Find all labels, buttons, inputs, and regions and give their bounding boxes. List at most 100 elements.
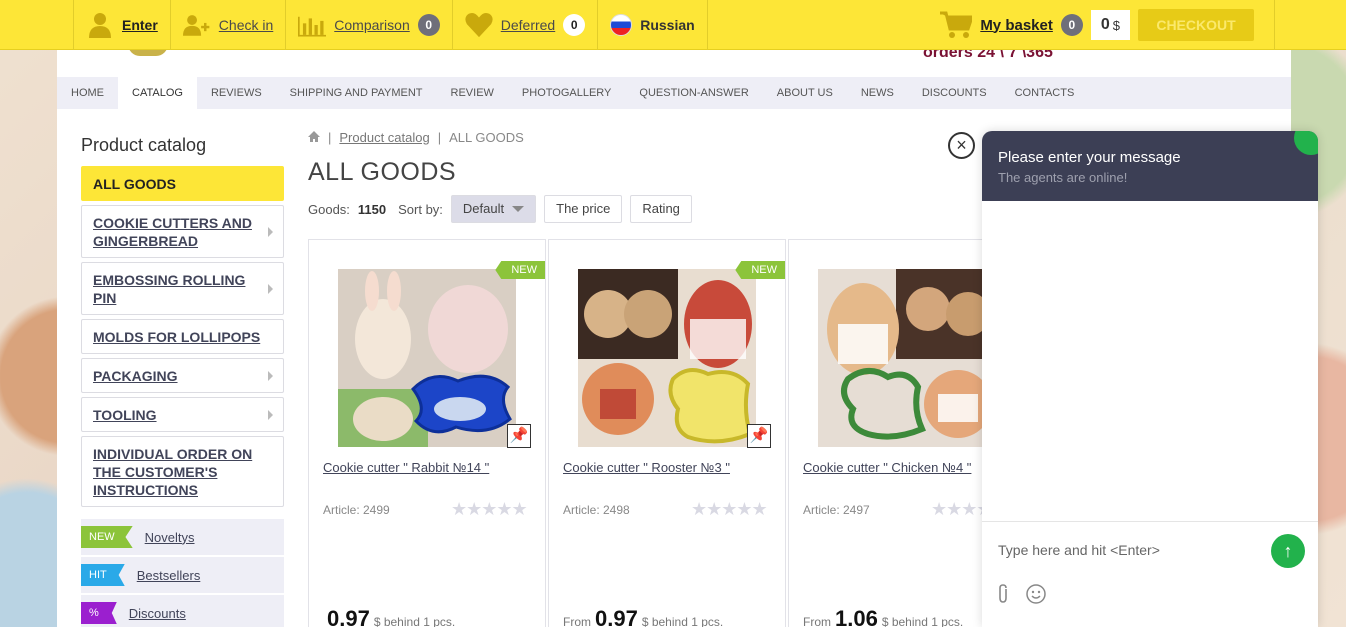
product-name[interactable]: Cookie cutter " Rooster №3 " xyxy=(563,460,730,475)
heart-icon xyxy=(465,11,493,39)
price-prefix: From xyxy=(803,615,831,627)
product-price: From 0.97 $ behind 1 pcs. xyxy=(563,606,723,627)
new-badge: NEW xyxy=(735,261,785,279)
close-icon: × xyxy=(956,135,967,155)
noveltys-link[interactable]: Noveltys xyxy=(145,530,195,545)
sort-default-button[interactable]: Default xyxy=(450,195,537,223)
category-packaging[interactable]: PACKAGING xyxy=(81,358,284,393)
main-nav: HOME CATALOG REVIEWS SHIPPING AND PAYMEN… xyxy=(57,77,1291,109)
chat-header: Please enter your message The agents are… xyxy=(982,131,1318,201)
breadcrumb-current: ALL GOODS xyxy=(449,130,524,145)
breadcrumb-separator: | xyxy=(437,130,442,145)
sort-bar: Goods: 1150 Sort by: Default The price R… xyxy=(308,195,692,223)
sort-rating-button[interactable]: Rating xyxy=(630,195,692,223)
chat-subtitle: The agents are online! xyxy=(998,170,1128,185)
nav-contacts[interactable]: CONTACTS xyxy=(1001,77,1089,109)
product-card[interactable]: NEW 📌 Cookie cutter " Rabbit №14 " Artic… xyxy=(308,239,546,627)
category-label: INDIVIDUAL ORDER ON THE CUSTOMER'S INSTR… xyxy=(93,446,253,498)
cart-icon[interactable] xyxy=(940,11,975,39)
catalog-sidebar: Product catalog ALL GOODS COOKIE CUTTERS… xyxy=(81,135,284,627)
new-badge: NEW xyxy=(495,261,545,279)
deferred-label[interactable]: Deferred xyxy=(501,17,555,33)
category-label: MOLDS FOR LOLLIPOPS xyxy=(93,329,261,345)
discounts-link[interactable]: Discounts xyxy=(129,606,186,621)
chevron-right-icon xyxy=(268,226,273,237)
goods-label: Goods: xyxy=(308,201,350,217)
basket-link[interactable]: My basket xyxy=(980,17,1053,34)
chat-input-placeholder[interactable]: Type here and hit <Enter> xyxy=(998,542,1160,558)
breadcrumb-separator: | xyxy=(328,130,332,145)
product-image[interactable] xyxy=(818,269,996,447)
product-card[interactable]: NEW 📌 Cookie cutter " Rooster №3 " Artic… xyxy=(548,239,786,627)
hit-badge: HIT xyxy=(81,564,125,586)
price-unit: $ behind 1 pcs. xyxy=(881,615,964,627)
nav-discounts[interactable]: DISCOUNTS xyxy=(908,77,1001,109)
enter-label[interactable]: Enter xyxy=(122,17,158,33)
category-tooling[interactable]: TOOLING xyxy=(81,397,284,432)
basket-count-badge: 0 xyxy=(1060,14,1083,36)
product-name[interactable]: Cookie cutter " Chicken №4 " xyxy=(803,460,971,475)
deferred-link[interactable]: Deferred 0 xyxy=(453,0,599,50)
bestsellers-link[interactable]: Bestsellers xyxy=(137,568,201,583)
nav-shipping-and-payment[interactable]: SHIPPING AND PAYMENT xyxy=(276,77,437,109)
home-icon[interactable] xyxy=(308,130,320,145)
enter-link[interactable]: Enter xyxy=(74,0,171,50)
nav-catalog[interactable]: CATALOG xyxy=(118,77,197,109)
pin-icon: 📌 xyxy=(507,424,531,448)
attachment-icon[interactable] xyxy=(996,584,1010,610)
discount-badge: % xyxy=(81,602,117,624)
tag-discounts[interactable]: % Discounts xyxy=(81,595,284,627)
nav-about-us[interactable]: ABOUT US xyxy=(763,77,847,109)
price-value: 0.97 xyxy=(595,606,638,627)
category-cookie-cutters[interactable]: COOKIE CUTTERS AND GINGERBREAD xyxy=(81,205,284,258)
product-image[interactable] xyxy=(578,269,756,447)
comparison-label[interactable]: Comparison xyxy=(334,17,409,33)
sort-label: Sort by: xyxy=(398,201,443,217)
bar-chart-icon xyxy=(298,11,327,39)
category-label: EMBOSSING ROLLING PIN xyxy=(93,272,246,306)
nav-question-answer[interactable]: QUESTION-ANSWER xyxy=(625,77,762,109)
close-chat-button[interactable]: × xyxy=(948,132,975,159)
breadcrumb-catalog[interactable]: Product catalog xyxy=(339,130,429,145)
category-individual-order[interactable]: INDIVIDUAL ORDER ON THE CUSTOMER'S INSTR… xyxy=(81,436,284,507)
deferred-count-badge: 0 xyxy=(563,14,586,36)
nav-news[interactable]: NEWS xyxy=(847,77,908,109)
chevron-right-icon xyxy=(268,409,273,420)
basket-currency: $ xyxy=(1112,17,1120,33)
pin-icon: 📌 xyxy=(747,424,771,448)
price-unit: $ behind 1 pcs. xyxy=(641,615,724,627)
category-label: TOOLING xyxy=(93,407,157,423)
price-value: 1.06 xyxy=(835,606,878,627)
chat-input-area[interactable]: Type here and hit <Enter> ↑ xyxy=(982,521,1318,627)
category-molds-for-lollipops[interactable]: MOLDS FOR LOLLIPOPS xyxy=(81,319,284,354)
language-select[interactable]: Russian xyxy=(598,0,708,50)
product-price: 0.97 $ behind 1 pcs. xyxy=(323,606,455,627)
user-icon xyxy=(86,11,114,39)
tag-bestsellers[interactable]: HIT Bestsellers xyxy=(81,557,284,593)
checkin-label[interactable]: Check in xyxy=(219,17,273,33)
product-article: Article: 2498 xyxy=(563,503,630,517)
send-button[interactable]: ↑ xyxy=(1271,534,1305,568)
category-all-goods[interactable]: ALL GOODS xyxy=(81,166,284,201)
nav-reviews[interactable]: REVIEWS xyxy=(197,77,276,109)
checkout-button[interactable]: CHECKOUT xyxy=(1138,9,1254,41)
category-label: PACKAGING xyxy=(93,368,178,384)
tag-noveltys[interactable]: NEW Noveltys xyxy=(81,519,284,555)
nav-review[interactable]: REVIEW xyxy=(437,77,508,109)
emoji-icon[interactable] xyxy=(1026,584,1046,610)
add-user-icon xyxy=(182,11,211,39)
product-name[interactable]: Cookie cutter " Rabbit №14 " xyxy=(323,460,489,475)
chevron-right-icon xyxy=(268,283,273,294)
checkin-link[interactable]: Check in xyxy=(171,0,287,50)
product-article: Article: 2497 xyxy=(803,503,870,517)
nav-home[interactable]: HOME xyxy=(57,77,118,109)
category-label: COOKIE CUTTERS AND GINGERBREAD xyxy=(93,215,252,249)
nav-photogallery[interactable]: PHOTOGALLERY xyxy=(508,77,625,109)
page-title: ALL GOODS xyxy=(308,158,457,186)
product-image[interactable] xyxy=(338,269,516,447)
product-article: Article: 2499 xyxy=(323,503,390,517)
sort-price-button[interactable]: The price xyxy=(544,195,623,223)
comparison-link[interactable]: Comparison 0 xyxy=(286,0,453,50)
language-label: Russian xyxy=(640,17,695,33)
category-embossing-rolling-pin[interactable]: EMBOSSING ROLLING PIN xyxy=(81,262,284,315)
